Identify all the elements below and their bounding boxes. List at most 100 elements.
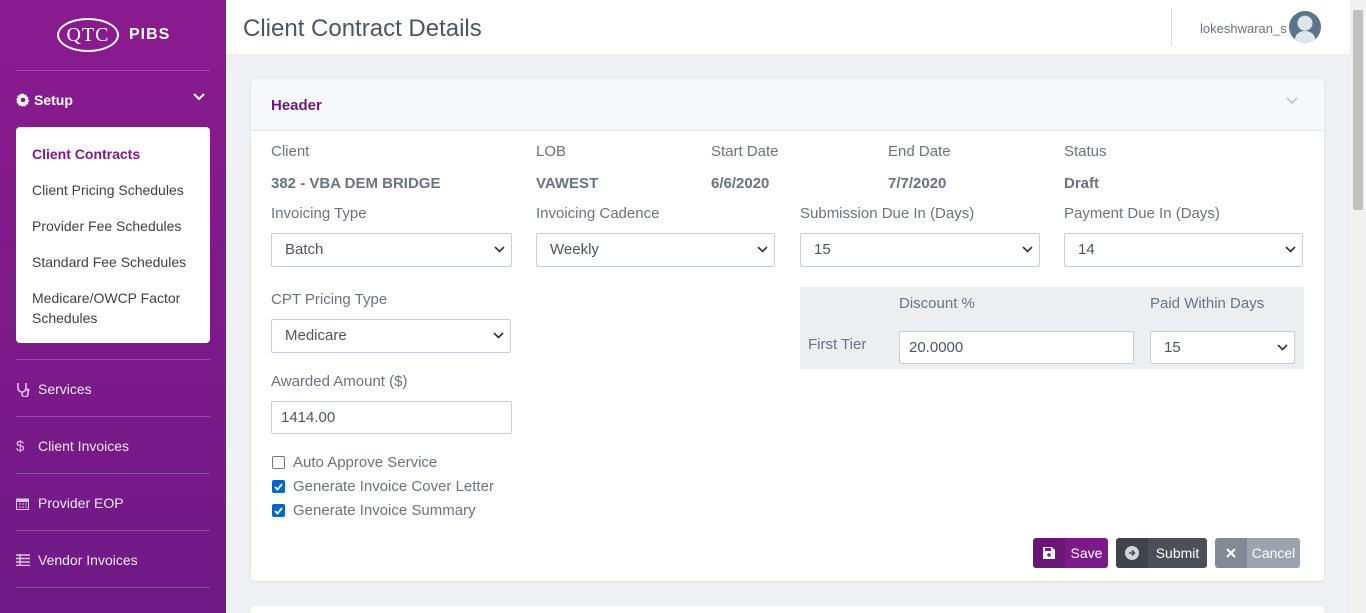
- checkbox-box[interactable]: [272, 456, 285, 469]
- discount-tier-table: Discount % Paid Within Days First Tier 2…: [800, 287, 1304, 369]
- header-card: Header Client 382 - VBA DEM BRIDGE LOB V…: [251, 79, 1324, 581]
- sidebar-divider: [16, 70, 210, 71]
- sidebar-divider: [16, 416, 210, 417]
- card-title: Header: [271, 97, 322, 114]
- submit-button[interactable]: Submit: [1116, 538, 1207, 568]
- submenu-item-medicare-owcp-factor-schedules[interactable]: Medicare/OWCP Factor Schedules: [16, 288, 210, 328]
- sidebar-item-services[interactable]: Services: [16, 379, 210, 399]
- next-card: [251, 606, 1324, 613]
- page-scrollbar[interactable]: [1350, 0, 1366, 613]
- button-label: Cancel: [1251, 545, 1296, 561]
- status-value: Draft: [1064, 175, 1100, 192]
- scrollbar-thumb[interactable]: [1353, 10, 1363, 210]
- select-value: 14: [1078, 241, 1095, 258]
- stethoscope-icon: [16, 382, 34, 397]
- sidebar-item-setup[interactable]: Setup: [16, 90, 210, 110]
- username[interactable]: lokeshwaran_s: [1200, 21, 1287, 36]
- arrow-right-circle-icon: [1116, 538, 1148, 568]
- setup-submenu: Client Contracts Client Pricing Schedule…: [16, 127, 210, 343]
- sidebar: QTC PIBS Setup Client Contracts Client P…: [0, 0, 226, 613]
- awarded-amount-label: Awarded Amount ($): [271, 373, 408, 390]
- sidebar-item-label: Vendor Invoices: [38, 552, 138, 568]
- submenu-item-client-pricing-schedules[interactable]: Client Pricing Schedules: [16, 180, 210, 200]
- end-date-value: 7/7/2020: [888, 175, 947, 192]
- tier-label: First Tier: [808, 336, 867, 353]
- paid-within-header: Paid Within Days: [1150, 295, 1265, 312]
- select-value: Weekly: [550, 241, 599, 258]
- dollar-icon: $: [16, 437, 25, 455]
- submission-due-label: Submission Due In (Days): [800, 205, 975, 222]
- sidebar-item-client-invoices[interactable]: $ Client Invoices: [16, 436, 210, 456]
- checkbox-label: Auto Approve Service: [293, 454, 438, 471]
- topbar-divider: [1171, 8, 1172, 46]
- sidebar-divider: [16, 530, 210, 531]
- awarded-amount-input[interactable]: 1414.00: [271, 401, 512, 434]
- sidebar-divider: [16, 359, 210, 360]
- checkbox-box[interactable]: [272, 480, 285, 493]
- sidebar-item-vendor-invoices[interactable]: Vendor Invoices: [16, 550, 210, 570]
- chevron-down-icon: [493, 332, 504, 339]
- sidebar-item-label: Services: [38, 381, 92, 397]
- lob-value: VAWEST: [536, 175, 599, 192]
- chevron-down-icon: [193, 93, 205, 101]
- cpt-pricing-type-label: CPT Pricing Type: [271, 291, 388, 308]
- checkbox-box[interactable]: [272, 504, 285, 517]
- paid-within-select[interactable]: 15: [1150, 331, 1295, 364]
- sidebar-item-label: Provider EOP: [38, 495, 124, 511]
- cancel-button[interactable]: Cancel: [1215, 538, 1300, 568]
- sidebar-divider: [16, 587, 210, 588]
- sidebar-item-provider-eop[interactable]: Provider EOP: [16, 493, 210, 513]
- calendar-icon: [16, 497, 34, 510]
- save-button[interactable]: Save: [1033, 538, 1108, 568]
- discount-input[interactable]: 20.0000: [899, 331, 1134, 364]
- chevron-down-icon: [1277, 344, 1288, 351]
- invoice-summary-checkbox[interactable]: Generate Invoice Summary: [272, 502, 476, 519]
- chevron-down-icon[interactable]: [1286, 97, 1298, 105]
- payment-due-select[interactable]: 14: [1064, 233, 1303, 267]
- end-date-label: End Date: [888, 143, 951, 160]
- select-value: 15: [814, 241, 831, 258]
- button-label: Save: [1070, 545, 1103, 561]
- page-title: Client Contract Details: [243, 15, 482, 42]
- client-value: 382 - VBA DEM BRIDGE: [271, 175, 441, 192]
- status-label: Status: [1064, 143, 1107, 160]
- select-value: 15: [1164, 339, 1181, 356]
- chevron-down-icon: [1285, 246, 1296, 253]
- submenu-item-standard-fee-schedules[interactable]: Standard Fee Schedules: [16, 252, 210, 272]
- start-date-label: Start Date: [711, 143, 779, 160]
- discount-header: Discount %: [899, 295, 975, 312]
- close-icon: [1215, 538, 1247, 568]
- save-icon: [1033, 538, 1065, 568]
- app-name: PIBS: [129, 26, 171, 43]
- checkbox-label: Generate Invoice Summary: [293, 502, 476, 519]
- cover-letter-checkbox[interactable]: Generate Invoice Cover Letter: [272, 478, 494, 495]
- invoicing-cadence-label: Invoicing Cadence: [536, 205, 660, 222]
- auto-approve-checkbox[interactable]: Auto Approve Service: [272, 454, 437, 471]
- sidebar-item-label: Setup: [34, 92, 73, 108]
- avatar[interactable]: [1289, 11, 1321, 43]
- select-value: Medicare: [285, 327, 347, 344]
- qtc-logo: QTC: [57, 18, 119, 52]
- check-icon: [274, 482, 283, 491]
- invoicing-type-select[interactable]: Batch: [271, 233, 512, 267]
- card-header[interactable]: Header: [251, 79, 1324, 131]
- chevron-down-icon: [494, 246, 505, 253]
- submenu-item-provider-fee-schedules[interactable]: Provider Fee Schedules: [16, 216, 210, 236]
- check-icon: [274, 506, 283, 515]
- chevron-down-icon: [757, 246, 768, 253]
- brand-logo[interactable]: QTC PIBS: [0, 0, 226, 70]
- chevron-down-icon: [1022, 246, 1033, 253]
- client-label: Client: [271, 143, 310, 160]
- submenu-item-client-contracts[interactable]: Client Contracts: [16, 144, 210, 164]
- select-value: Batch: [285, 241, 324, 258]
- sidebar-item-label: Client Invoices: [38, 438, 130, 454]
- lob-label: LOB: [536, 143, 567, 160]
- submission-due-select[interactable]: 15: [800, 233, 1040, 267]
- invoicing-cadence-select[interactable]: Weekly: [536, 233, 775, 267]
- payment-due-label: Payment Due In (Days): [1064, 205, 1220, 222]
- cpt-pricing-type-select[interactable]: Medicare: [271, 319, 511, 353]
- start-date-value: 6/6/2020: [711, 175, 770, 192]
- invoicing-type-label: Invoicing Type: [271, 205, 367, 222]
- sidebar-divider: [16, 473, 210, 474]
- gear-icon: [16, 93, 30, 107]
